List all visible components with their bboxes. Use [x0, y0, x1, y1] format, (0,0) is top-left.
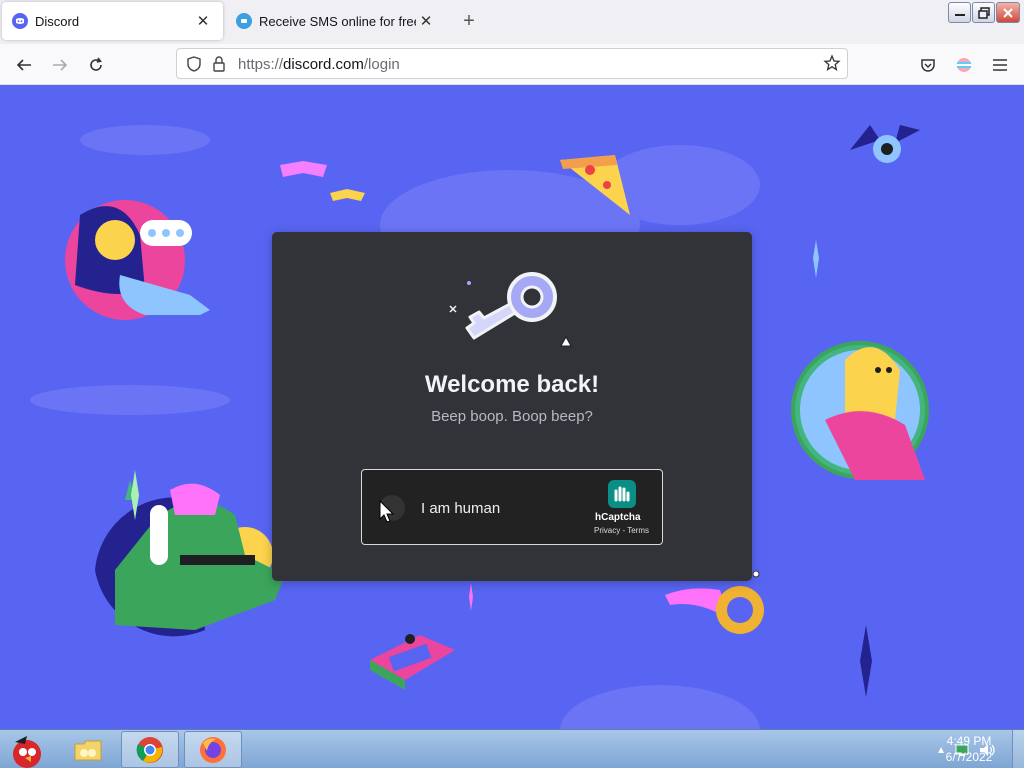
firefox-icon[interactable]: [184, 731, 242, 768]
minimize-icon[interactable]: [948, 2, 971, 23]
new-tab-button[interactable]: +: [458, 10, 480, 32]
pizza-slice-illustration: [560, 155, 630, 215]
tracking-protection-shield-icon[interactable]: [185, 55, 203, 78]
extension-flag-icon[interactable]: [952, 53, 976, 77]
captcha-links: Privacy - Terms: [594, 526, 649, 535]
clock-time: 4:49 PM: [946, 734, 992, 748]
restore-icon[interactable]: [972, 2, 995, 23]
flying-books-illustration: [280, 161, 365, 201]
address-bar[interactable]: https://discord.com/login: [176, 48, 848, 79]
captcha-terms-link[interactable]: Terms: [627, 526, 649, 535]
discord-login-page: Welcome back! Beep boop. Boop beep? I am…: [0, 85, 1024, 729]
url-text: https://discord.com/login: [238, 56, 400, 73]
window-controls: [948, 2, 1020, 23]
pocket-icon[interactable]: [916, 53, 940, 77]
lock-icon[interactable]: [211, 55, 227, 78]
welcome-heading: Welcome back!: [424, 371, 600, 398]
hamburger-menu-icon[interactable]: [988, 53, 1012, 77]
tab-close-icon[interactable]: ✕: [193, 12, 213, 30]
sms-site-icon: [236, 13, 252, 29]
tab-title: Receive SMS online for free |: [259, 13, 416, 29]
hcaptcha-logo-icon: [592, 478, 652, 515]
bat-creature-illustration: [850, 125, 920, 163]
bookmark-star-icon[interactable]: [823, 54, 841, 77]
show-desktop-button[interactable]: [1012, 730, 1024, 768]
hcaptcha-brand: hCaptcha: [595, 512, 641, 523]
forward-arrow-icon[interactable]: [48, 53, 72, 77]
clock-date: 6/7/2022: [945, 750, 993, 764]
sparkle-icon: [813, 240, 819, 278]
reload-icon[interactable]: [84, 53, 108, 77]
tab-close-icon[interactable]: ✕: [416, 12, 436, 30]
console-illustration: [370, 634, 455, 690]
tab-receive-sms[interactable]: Receive SMS online for free | ✕: [226, 2, 446, 40]
sparkle-icon: [131, 470, 139, 520]
angry-birds-start-icon[interactable]: [4, 731, 50, 768]
sparkle-icon: [860, 625, 872, 697]
close-icon[interactable]: [996, 2, 1020, 23]
resize-handle-icon: [752, 570, 760, 578]
tab-title: Discord: [35, 13, 80, 29]
yellow-duck-illustration: [791, 341, 929, 480]
hcaptcha-widget[interactable]: I am human hCaptcha Privacy - Terms: [361, 469, 663, 545]
tab-strip: Discord ✕ Receive SMS online for free | …: [0, 0, 1024, 44]
chrome-icon[interactable]: [121, 731, 179, 768]
folder-icon[interactable]: [66, 731, 110, 768]
girl-with-phone-illustration: [65, 200, 210, 320]
taskbar-clock[interactable]: 4:49 PM 6/7/2022: [930, 733, 1008, 765]
tab-discord[interactable]: Discord ✕: [2, 2, 223, 40]
windows-taskbar: ▲ 4:49 PM 6/7/2022: [0, 729, 1024, 768]
sparkle-icon: [469, 583, 473, 611]
login-card: Welcome back! Beep boop. Boop beep? I am…: [272, 232, 752, 581]
captcha-label: I am human: [421, 500, 501, 517]
mouse-cursor-icon: [379, 500, 395, 523]
navigation-bar: https://discord.com/login: [0, 44, 1024, 85]
discord-icon: [12, 13, 28, 29]
key-icon: [449, 272, 572, 347]
background-cloud: [80, 125, 210, 155]
welcome-subheading: Beep boop. Boop beep?: [431, 408, 593, 425]
background-cloud: [560, 685, 760, 729]
captcha-privacy-link[interactable]: Privacy: [594, 526, 620, 535]
back-arrow-icon[interactable]: [12, 53, 36, 77]
background-cloud: [30, 385, 230, 415]
